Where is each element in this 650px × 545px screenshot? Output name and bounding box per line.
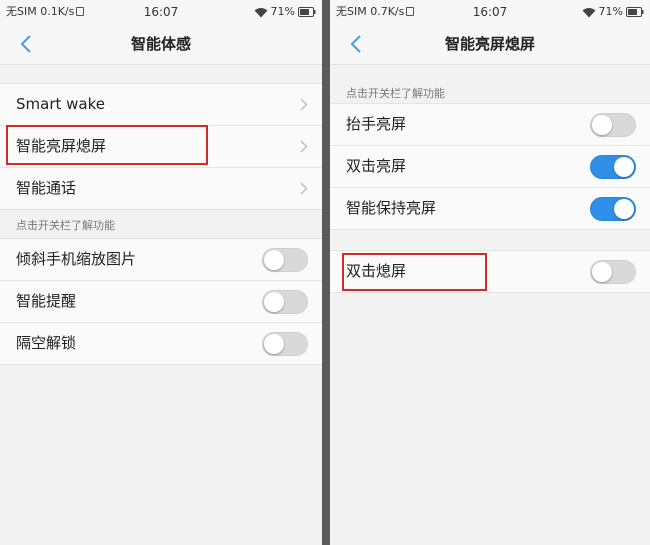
toggle-knob (592, 115, 612, 135)
row-label: 双击熄屏 (346, 262, 407, 280)
toggle-knob (264, 334, 284, 354)
section-header: 点击开关栏了解功能 (346, 87, 445, 100)
row-label: Smart wake (16, 95, 105, 113)
row-label: 智能保持亮屏 (346, 199, 437, 217)
chevron-right-icon (300, 140, 308, 153)
row-label: 智能通话 (16, 179, 77, 197)
row-label: 隔空解锁 (16, 334, 77, 352)
row-raise-to-wake: 抬手亮屏 (330, 104, 650, 145)
settings-list: Smart wake 智能亮屏熄屏 智能通话 点击开关栏了解功能 倾斜手机缩放图… (0, 65, 322, 365)
status-right: 71% (254, 0, 316, 24)
settings-screen-smart-motion: 无SIM 0.1K/s 16:07 71% 智能体感 Smart wake 智能… (0, 0, 322, 545)
row-air-unlock: 隔空解锁 (0, 322, 322, 364)
nav-bar: 智能体感 (0, 24, 322, 65)
row-label: 智能提醒 (16, 292, 77, 310)
wifi-icon (254, 7, 268, 17)
back-arrow-icon (20, 35, 31, 53)
gesture-toggle-group: 倾斜手机缩放图片 智能提醒 隔空解锁 (0, 238, 322, 365)
raise-to-wake-toggle[interactable] (590, 113, 636, 137)
air-unlock-toggle[interactable] (262, 332, 308, 356)
row-smart-call[interactable]: 智能通话 (0, 167, 322, 209)
row-label: 抬手亮屏 (346, 115, 407, 133)
screen-on-group: 抬手亮屏 双击亮屏 智能保持亮屏 (330, 103, 650, 230)
back-button[interactable] (342, 30, 370, 58)
settings-list: 点击开关栏了解功能 抬手亮屏 双击亮屏 智能保持亮屏 双击熄屏 (330, 65, 650, 293)
double-tap-sleep-toggle[interactable] (590, 260, 636, 284)
chevron-right-icon (300, 98, 308, 111)
page-title: 智能亮屏熄屏 (444, 35, 535, 53)
back-arrow-icon (350, 35, 361, 53)
row-label: 倾斜手机缩放图片 (16, 250, 137, 268)
smart-stay-awake-toggle[interactable] (590, 197, 636, 221)
screen-off-group: 双击熄屏 (330, 250, 650, 293)
row-double-tap-sleep: 双击熄屏 (330, 251, 650, 292)
row-double-tap-wake: 双击亮屏 (330, 145, 650, 187)
status-bar: 无SIM 0.1K/s 16:07 71% (0, 0, 322, 24)
status-bar: 无SIM 0.7K/s 16:07 71% (330, 0, 650, 24)
double-tap-wake-toggle[interactable] (590, 155, 636, 179)
toggle-knob (614, 199, 634, 219)
back-button[interactable] (12, 30, 40, 58)
toggle-knob (614, 157, 634, 177)
toggle-knob (264, 250, 284, 270)
chevron-right-icon (300, 182, 308, 195)
status-right: 71% (582, 0, 644, 24)
row-smart-stay-awake: 智能保持亮屏 (330, 187, 650, 229)
row-smart-wake[interactable]: Smart wake (0, 84, 322, 125)
wifi-icon (582, 7, 596, 17)
tilt-zoom-toggle[interactable] (262, 248, 308, 272)
row-smart-reminder: 智能提醒 (0, 280, 322, 322)
toggle-knob (592, 262, 612, 282)
row-tilt-zoom: 倾斜手机缩放图片 (0, 239, 322, 280)
toggle-knob (264, 292, 284, 312)
page-title: 智能体感 (130, 35, 191, 53)
section-header: 点击开关栏了解功能 (16, 219, 115, 232)
battery-icon (626, 7, 644, 17)
nav-bar: 智能亮屏熄屏 (330, 24, 650, 65)
battery-level: 71% (270, 5, 295, 18)
settings-screen-smart-screen: 无SIM 0.7K/s 16:07 71% 智能亮屏熄屏 点击开关栏了解功能 抬… (330, 0, 650, 545)
row-smart-screen-on-off[interactable]: 智能亮屏熄屏 (0, 125, 322, 167)
row-label: 智能亮屏熄屏 (16, 137, 107, 155)
smart-motion-group: Smart wake 智能亮屏熄屏 智能通话 (0, 83, 322, 210)
battery-icon (298, 7, 316, 17)
battery-level: 71% (598, 5, 623, 18)
smart-reminder-toggle[interactable] (262, 290, 308, 314)
row-label: 双击亮屏 (346, 157, 407, 175)
